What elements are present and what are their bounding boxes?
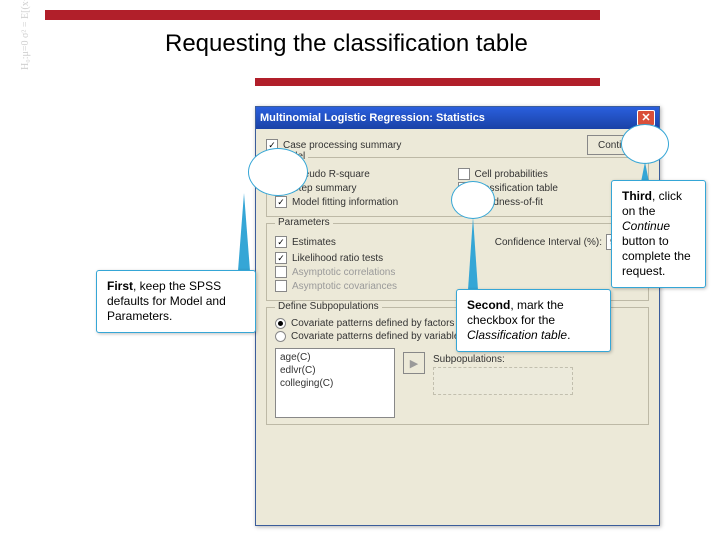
asym-corr-checkbox[interactable] <box>275 266 287 278</box>
callout-first: First, keep the SPSS defaults for Model … <box>96 270 256 333</box>
callout-second: Second, mark the checkbox for the Classi… <box>456 289 611 352</box>
close-icon: ✕ <box>641 113 650 124</box>
page-title: Requesting the classification table <box>165 30 528 58</box>
parameters-legend: Parameters <box>275 217 333 228</box>
callout-third-pointer <box>621 124 669 164</box>
cell-prob-label: Cell probabilities <box>475 169 548 180</box>
list-item: edlvr(C) <box>280 364 390 377</box>
subpop-target-list[interactable] <box>433 367 573 395</box>
callout-third-italic: Continue <box>622 219 670 233</box>
subpop-source-list[interactable]: age(C) edlvr(C) colleging(C) <box>275 348 395 418</box>
model-fit-checkbox[interactable] <box>275 196 287 208</box>
top-accent-bar <box>45 10 600 20</box>
case-processing-label: Case processing summary <box>283 140 401 151</box>
model-fit-label: Model fitting information <box>292 197 398 208</box>
estimates-checkbox[interactable] <box>275 236 287 248</box>
callout-third: Third, click on the Continue button to c… <box>611 180 706 288</box>
callout-second-lead: Second <box>467 298 510 312</box>
subpop-radio-varlist[interactable] <box>275 331 286 342</box>
move-right-button[interactable]: ▶ <box>403 352 425 374</box>
lr-label: Likelihood ratio tests <box>292 253 383 264</box>
callout-second-text-b: . <box>567 328 570 342</box>
conf-interval-label: Confidence Interval (%): <box>495 237 602 248</box>
dialog-titlebar: Multinomial Logistic Regression: Statist… <box>256 107 659 129</box>
asym-corr-label: Asymptotic correlations <box>292 267 395 278</box>
estimates-label: Estimates <box>292 237 336 248</box>
list-item: colleging(C) <box>280 377 390 390</box>
callout-third-tail <box>641 162 649 182</box>
callout-first-lead: First <box>107 279 133 293</box>
callout-second-pointer <box>451 181 495 219</box>
callout-third-text-b: button to complete the request. <box>622 234 691 278</box>
asym-cov-checkbox[interactable] <box>275 280 287 292</box>
asym-cov-label: Asymptotic covariances <box>292 281 397 292</box>
dialog-body: Continue Case processing summary Model P… <box>256 129 659 433</box>
mid-accent-bar <box>255 78 600 86</box>
callout-second-italic: Classification table <box>467 328 567 342</box>
arrow-right-icon: ▶ <box>410 357 418 370</box>
subpop-legend: Define Subpopulations <box>275 301 382 312</box>
callout-second-tail <box>468 217 478 290</box>
callout-first-tail <box>238 193 250 271</box>
subpop-radio-factors[interactable] <box>275 318 286 329</box>
subpop-target-label: Subpopulations: <box>433 354 573 365</box>
callout-first-pointer <box>248 148 308 196</box>
list-item: age(C) <box>280 351 390 364</box>
lr-checkbox[interactable] <box>275 252 287 264</box>
cell-prob-checkbox[interactable] <box>458 168 470 180</box>
dialog-title: Multinomial Logistic Regression: Statist… <box>260 112 485 124</box>
callout-third-lead: Third <box>622 189 652 203</box>
